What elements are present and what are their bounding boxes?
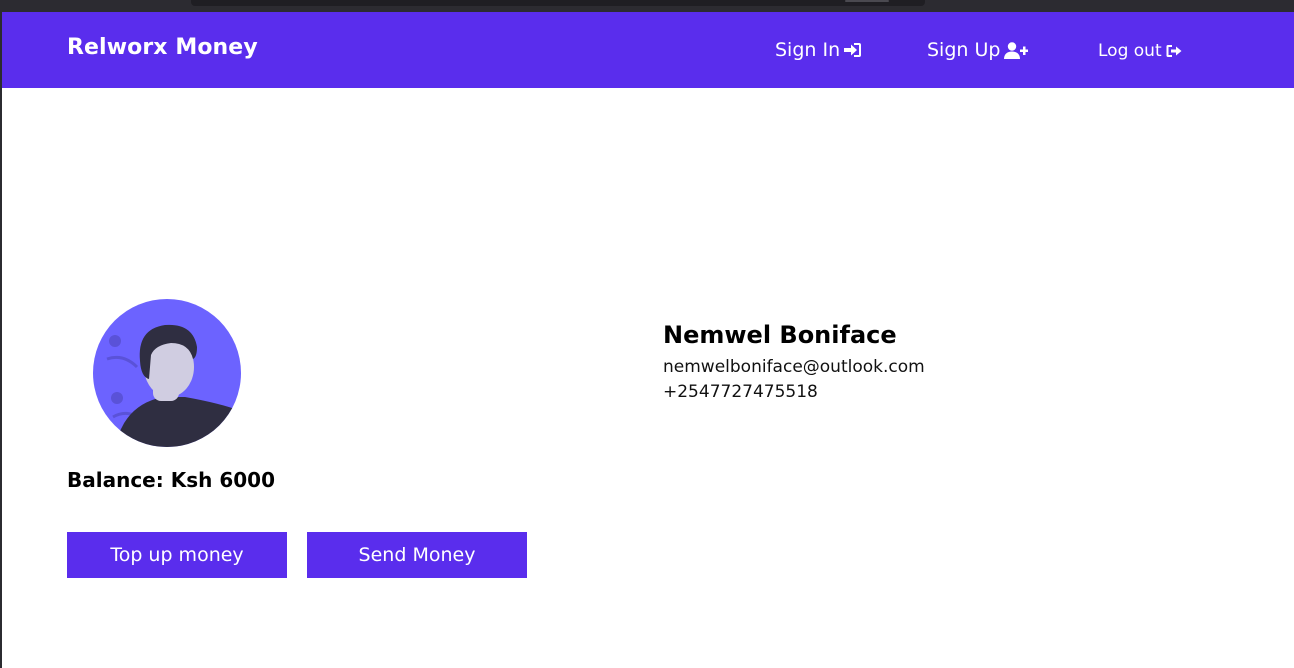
browser-url-bar[interactable]	[191, 0, 925, 6]
avatar-illustration-icon	[93, 299, 241, 447]
sign-out-icon	[1166, 45, 1182, 57]
user-plus-icon	[1004, 41, 1029, 59]
navbar: Relworx Money Sign In Sign Up Log out	[2, 12, 1294, 88]
top-up-money-button[interactable]: Top up money	[67, 532, 287, 578]
nav-sign-in-link[interactable]: Sign In	[775, 39, 862, 61]
brand-logo[interactable]: Relworx Money	[67, 35, 258, 60]
nav-sign-in-label: Sign In	[775, 39, 841, 61]
user-avatar	[93, 299, 241, 447]
profile-phone: +2547727475518	[663, 382, 818, 402]
balance-text: Balance: Ksh 6000	[67, 468, 275, 492]
nav-log-out-link[interactable]: Log out	[1098, 41, 1182, 61]
nav-sign-up-link[interactable]: Sign Up	[927, 39, 1029, 61]
send-money-button[interactable]: Send Money	[307, 532, 527, 578]
nav-sign-up-label: Sign Up	[927, 39, 1001, 61]
page: Relworx Money Sign In Sign Up Log out Ba…	[2, 12, 1294, 668]
nav-log-out-label: Log out	[1098, 41, 1162, 61]
browser-top-strip	[0, 0, 1294, 12]
profile-name: Nemwel Boniface	[663, 321, 897, 349]
profile-email: nemwelboniface@outlook.com	[663, 357, 925, 377]
sign-in-icon	[844, 43, 862, 57]
url-bar-handle	[845, 0, 889, 2]
